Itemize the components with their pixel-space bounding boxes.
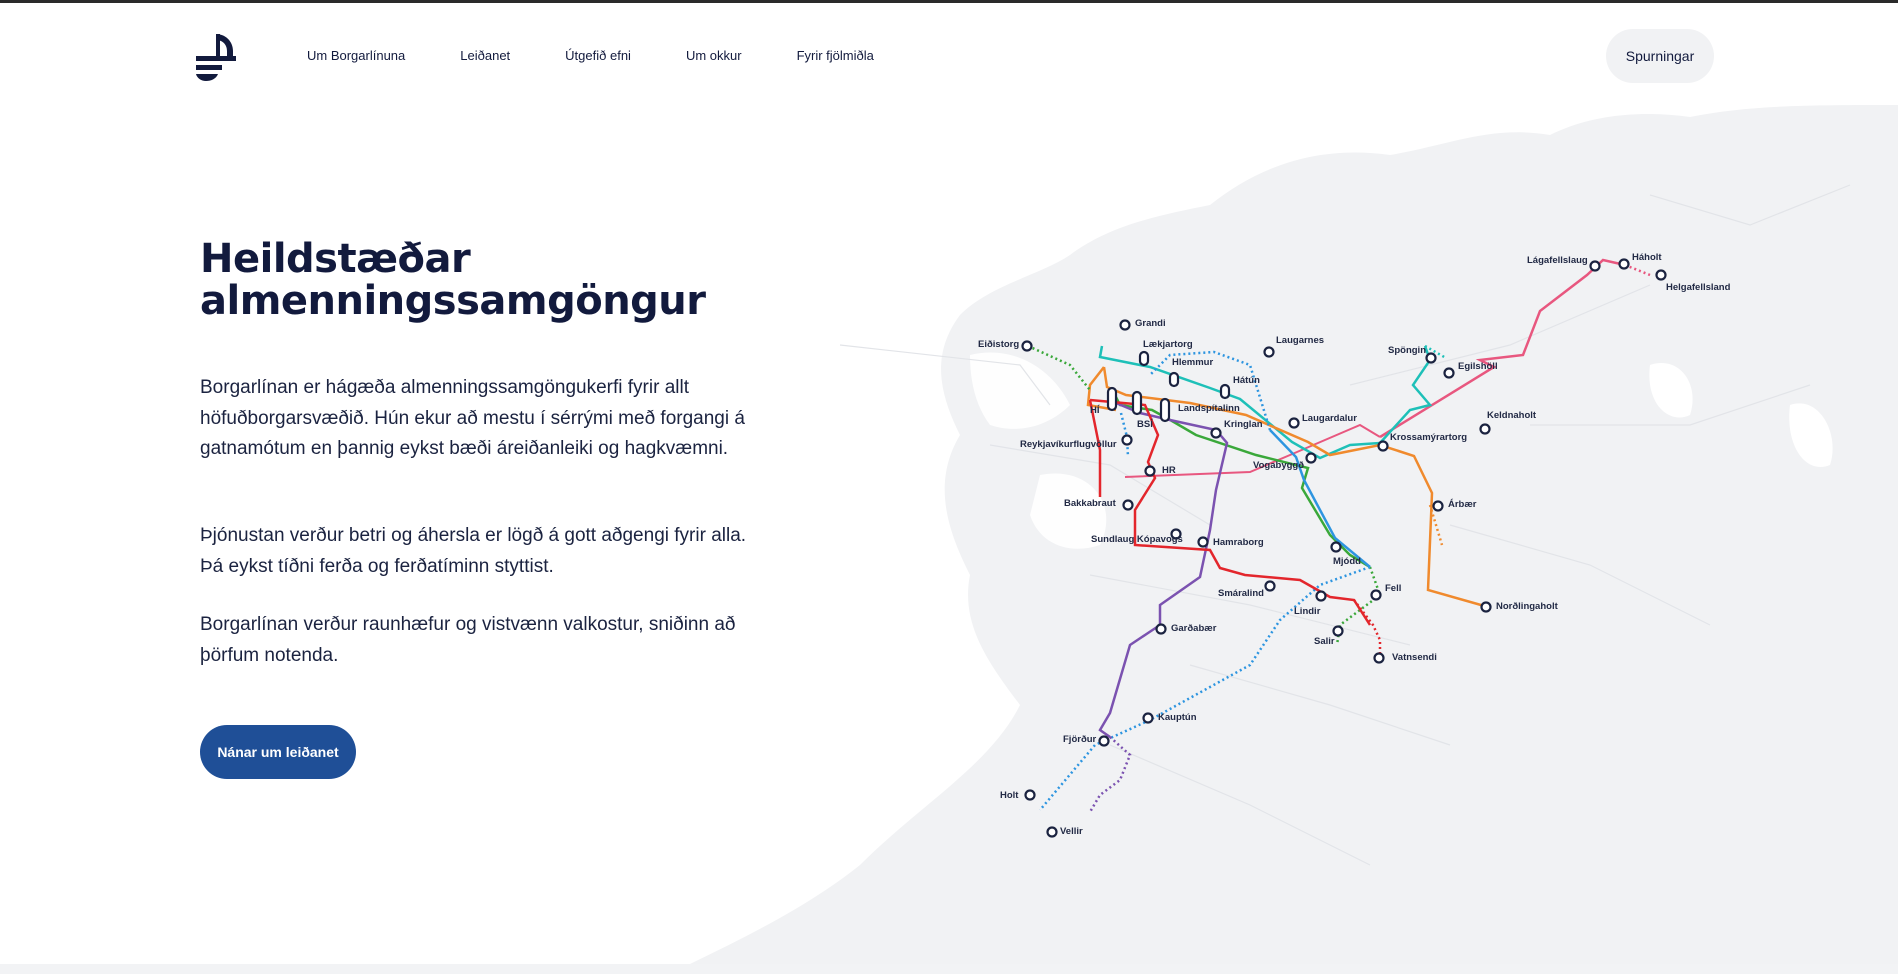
station-fjordur-marker: [1098, 735, 1110, 747]
network-map-graphic: [690, 105, 1898, 964]
station-hlemmur: Hlemmur: [1172, 357, 1214, 368]
station-fjordur: Fjörður: [1063, 734, 1097, 745]
station-holt-marker: [1024, 789, 1036, 801]
station-vogabyggd-marker: [1305, 452, 1317, 464]
station-bsi-marker: [1131, 390, 1143, 416]
hero-title: Heildstæðar almenningssamgöngur: [200, 238, 706, 322]
station-reykjavikurflugvollur-marker: [1121, 434, 1133, 446]
station-egilsholl-marker: [1443, 367, 1455, 379]
station-hamraborg-marker: [1197, 536, 1209, 548]
hero-paragraph-2: Þjónustan verður betri og áhersla er lög…: [200, 525, 747, 577]
station-salir: Salir: [1314, 636, 1335, 647]
station-salir-marker: [1332, 625, 1344, 637]
borgarlinan-logo[interactable]: [194, 31, 240, 83]
nav-leidanet[interactable]: Leiðanet: [460, 48, 510, 63]
station-keldnaholt-marker: [1479, 423, 1491, 435]
station-mjodd-marker: [1330, 541, 1342, 553]
station-reykjavikurflugvollur: Reykjavíkurflugvöllur: [1020, 439, 1117, 450]
station-fell: Fell: [1385, 583, 1402, 594]
station-eidistorg-marker: [1021, 340, 1033, 352]
station-holt: Holt: [1000, 790, 1019, 801]
bottom-band: [0, 964, 1898, 974]
station-smaralind-marker: [1264, 580, 1276, 592]
station-laekjartorg-marker: [1138, 350, 1150, 367]
station-bakkabraut: Bakkabraut: [1064, 498, 1116, 509]
station-helgafellsland: Helgafellsland: [1666, 282, 1731, 293]
nav-um-borgarlinuna[interactable]: Um Borgarlínuna: [307, 48, 405, 63]
station-gardabaer-marker: [1155, 623, 1167, 635]
station-kauptun: Kauptún: [1158, 712, 1197, 723]
station-gardabaer: Garðabær: [1171, 623, 1217, 634]
logo-mark: [196, 34, 236, 81]
station-spongin-marker: [1425, 352, 1437, 364]
station-vatnsendi: Vatnsendi: [1392, 652, 1437, 663]
station-smaralind: Smáralind: [1218, 588, 1264, 599]
station-vellir: Vellir: [1060, 826, 1083, 837]
map-land: [690, 105, 1898, 964]
station-spongin: Spöngin: [1388, 345, 1426, 356]
station-landspitalinn: Landspítalinn: [1178, 403, 1240, 414]
hero-paragraph-3: Borgarlínan verður raunhæfur og vistvænn…: [200, 614, 736, 666]
station-lindir-marker: [1315, 590, 1327, 602]
station-keldnaholt: Keldnaholt: [1487, 410, 1537, 421]
station-laugarnes: Laugarnes: [1276, 335, 1325, 346]
station-hlemmur-marker: [1168, 371, 1180, 388]
station-arbaer-marker: [1432, 500, 1444, 512]
station-vatnsendi-marker: [1373, 652, 1385, 664]
station-bakkabraut-marker: [1122, 499, 1134, 511]
station-lagafellslaug-marker: [1589, 260, 1601, 272]
station-helgafellsland-marker: [1655, 269, 1667, 281]
station-mjodd: Mjódd: [1333, 556, 1361, 567]
station-grandi-marker: [1119, 319, 1131, 331]
station-hamraborg: Hamraborg: [1213, 537, 1264, 548]
station-krossamyrartorg-marker: [1377, 440, 1389, 452]
nav-um-okkur[interactable]: Um okkur: [686, 48, 742, 63]
station-hi: HÍ: [1090, 405, 1100, 416]
station-lagafellslaug: Lágafellslaug: [1527, 255, 1588, 266]
station-fell-marker: [1370, 589, 1382, 601]
station-nordlingaholt: Norðlingaholt: [1496, 601, 1558, 612]
station-vellir-marker: [1046, 826, 1058, 838]
station-vogabyggd: Vogabyggð: [1253, 460, 1305, 471]
station-laugardalur-marker: [1288, 417, 1300, 429]
station-egilsholl: Egilshöll: [1458, 361, 1498, 372]
hero-title-line-1: Heildstæðar: [200, 236, 471, 282]
nav-utgefid-efni[interactable]: Útgefið efni: [565, 48, 631, 63]
more-about-network-button[interactable]: Nánar um leiðanet: [200, 725, 356, 779]
station-hi-marker: [1106, 386, 1118, 412]
station-hr: HR: [1162, 465, 1176, 476]
station-hatun: Hátún: [1233, 375, 1260, 386]
main-nav: Um Borgarlínuna Leiðanet Útgefið efni Um…: [307, 3, 929, 107]
station-arbaer: Árbær: [1448, 499, 1477, 510]
station-laugarnes-marker: [1263, 346, 1275, 358]
station-kauptun-marker: [1142, 712, 1154, 724]
station-grandi: Grandi: [1135, 318, 1166, 329]
station-kringlan: Kringlan: [1224, 419, 1263, 430]
station-krossamyrartorg: Krossamýrartorg: [1390, 432, 1468, 443]
nav-fyrir-fjolmidla[interactable]: Fyrir fjölmiðla: [797, 48, 874, 63]
hero-paragraph-1: Borgarlínan er hágæða almenningssamgöngu…: [200, 377, 745, 459]
station-haholt: Háholt: [1632, 252, 1662, 263]
station-kringlan-marker: [1210, 427, 1222, 439]
station-sundlaug: Sundlaug Kópavogs: [1091, 534, 1183, 545]
network-map[interactable]: Grandi Eiðistorg Lækjartorg Hlemmur Laug…: [690, 105, 1898, 964]
site-header: Um Borgarlínuna Leiðanet Útgefið efni Um…: [0, 3, 1898, 107]
hero-title-line-2: almenningssamgöngur: [200, 278, 706, 324]
station-hr-marker: [1144, 465, 1156, 477]
station-eidistorg: Eiðistorg: [978, 339, 1020, 350]
station-laekjartorg: Lækjartorg: [1143, 339, 1193, 350]
station-lindir: Lindir: [1294, 606, 1321, 617]
station-haholt-marker: [1618, 258, 1630, 270]
station-hatun-marker: [1219, 383, 1231, 400]
station-laugardalur: Laugardalur: [1302, 413, 1357, 424]
station-nordlingaholt-marker: [1480, 601, 1492, 613]
station-bsi: BSÍ: [1137, 419, 1153, 430]
faq-button[interactable]: Spurningar: [1606, 29, 1714, 83]
station-landspitalinn-marker: [1159, 397, 1171, 423]
